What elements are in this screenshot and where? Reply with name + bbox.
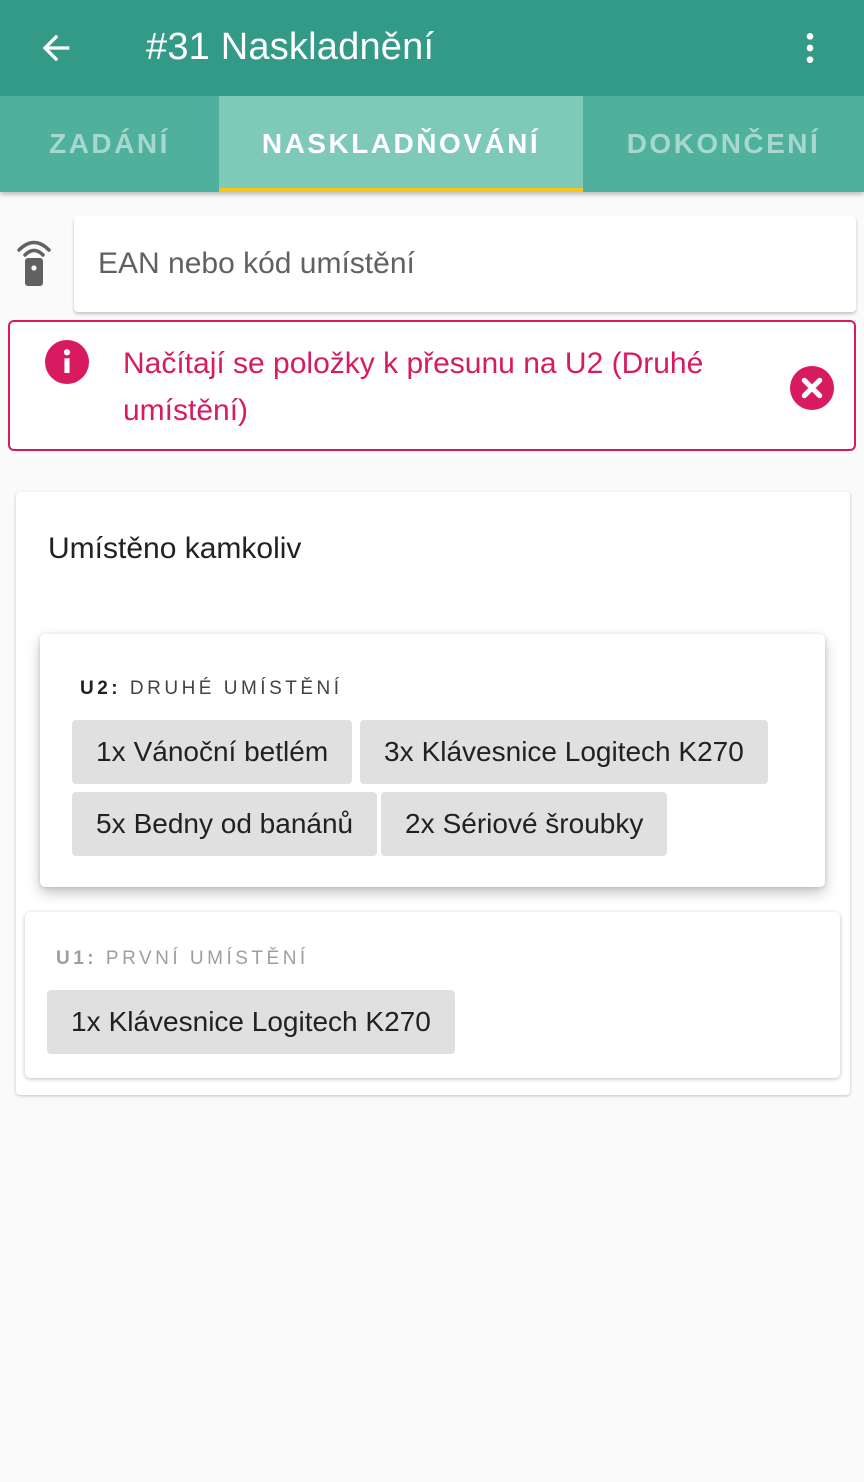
tab-bar: ZADÁNÍ NASKLADŇOVÁNÍ DOKONČENÍ — [0, 96, 864, 192]
close-circle-icon[interactable] — [790, 366, 834, 410]
tab-naskladnovani[interactable]: NASKLADŇOVÁNÍ — [219, 96, 583, 192]
info-alert: Načítají se položky k přesunu na U2 (Dru… — [8, 320, 856, 451]
item-chip[interactable]: 3x Klávesnice Logitech K270 — [360, 720, 768, 784]
location-code: U1 — [56, 948, 88, 969]
item-chip[interactable]: 2x Sériové šroubky — [381, 792, 668, 856]
item-qty: 1x — [71, 1006, 101, 1037]
item-qty: 1x — [96, 736, 126, 767]
page-title: #31 Naskladnění — [146, 26, 435, 68]
scanner-icon — [17, 240, 51, 286]
more-vertical-icon — [806, 33, 814, 63]
location-header: U1: PRVNÍ UMÍSTĚNÍ — [56, 948, 309, 969]
item-name: Bedny od banánů — [133, 808, 354, 839]
item-name: Vánoční betlém — [133, 736, 329, 767]
location-code: U2 — [80, 678, 112, 699]
more-menu-button[interactable] — [788, 24, 832, 72]
search-input[interactable] — [74, 216, 856, 312]
item-qty: 2x — [405, 808, 435, 839]
item-name: Sériové šroubky — [442, 808, 644, 839]
arrow-left-icon — [42, 34, 70, 62]
item-name: Klávesnice Logitech K270 — [108, 1006, 431, 1037]
info-icon — [45, 340, 89, 384]
card-title: Umístěno kamkoliv — [48, 532, 302, 565]
item-chip[interactable]: 1x Klávesnice Logitech K270 — [47, 990, 455, 1054]
location-card-u1[interactable]: U1: PRVNÍ UMÍSTĚNÍ 1x Klávesnice Logitech… — [25, 912, 840, 1078]
app-bar: #31 Naskladnění — [0, 0, 864, 96]
back-button[interactable] — [30, 24, 82, 72]
location-card-u2[interactable]: U2: DRUHÉ UMÍSTĚNÍ 1x Vánoční betlém 3x Kl… — [40, 634, 825, 887]
location-name: DRUHÉ UMÍSTĚNÍ — [129, 678, 343, 699]
item-qty: 3x — [384, 736, 414, 767]
search-field[interactable] — [74, 216, 856, 312]
alert-message: Načítají se položky k přesunu na U2 (Dru… — [123, 347, 704, 427]
item-chip[interactable]: 5x Bedny od banánů — [72, 792, 378, 856]
location-name: PRVNÍ UMÍSTĚNÍ — [105, 948, 309, 969]
item-chip[interactable]: 1x Vánoční betlém — [72, 720, 353, 784]
placed-items-card: Umístěno kamkoliv U2: DRUHÉ UMÍSTĚNÍ 1x V… — [16, 492, 850, 1095]
item-qty: 5x — [96, 808, 126, 839]
item-name: Klávesnice Logitech K270 — [421, 736, 744, 767]
location-header: U2: DRUHÉ UMÍSTĚNÍ — [80, 678, 343, 699]
tab-dokonceni[interactable]: DOKONČENÍ — [583, 96, 864, 192]
tab-zadani[interactable]: ZADÁNÍ — [0, 96, 219, 192]
